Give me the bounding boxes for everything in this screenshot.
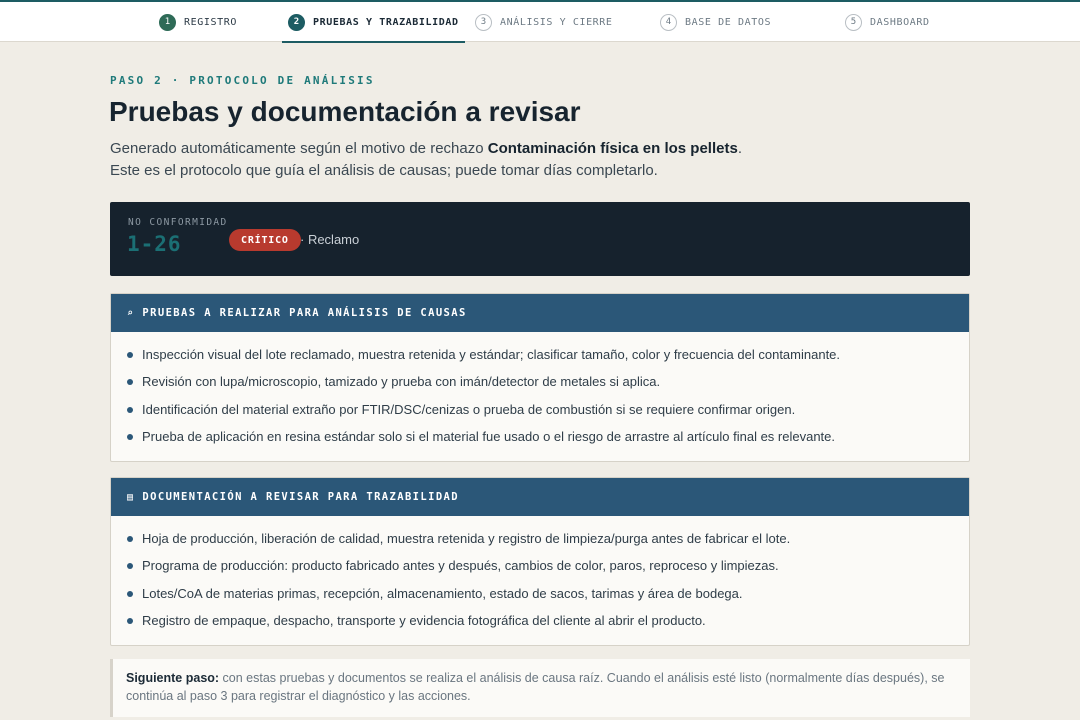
step-registro[interactable]: 1 REGISTRO bbox=[159, 2, 237, 42]
search-icon: ⌕ bbox=[127, 307, 135, 319]
step-number: 3 bbox=[475, 13, 492, 31]
documentation-panel-header: ▤ DOCUMENTACIÓN A REVISAR PARA TRAZABILI… bbox=[111, 478, 969, 516]
nonconformity-card: NO CONFORMIDAD 1-26 CRÍTICO · Reclamo bbox=[110, 202, 970, 276]
next-step-text: con estas pruebas y documentos se realiz… bbox=[126, 671, 945, 703]
step-number: 1 bbox=[159, 13, 176, 31]
next-step-label: Siguiente paso: bbox=[126, 671, 220, 685]
section-eyebrow: PASO 2 · PROTOCOLO DE ANÁLISIS bbox=[110, 74, 375, 87]
step-number: 4 bbox=[660, 13, 677, 31]
list-item: Identificación del material extraño por … bbox=[127, 401, 953, 428]
documentation-panel: ▤ DOCUMENTACIÓN A REVISAR PARA TRAZABILI… bbox=[110, 477, 970, 646]
next-step-note: Siguiente paso: con estas pruebas y docu… bbox=[110, 659, 970, 717]
list-item: Programa de producción: producto fabrica… bbox=[127, 557, 953, 584]
list-item: Registro de empaque, despacho, transport… bbox=[127, 612, 953, 639]
documentation-panel-title: DOCUMENTACIÓN A REVISAR PARA TRAZABILIDA… bbox=[142, 491, 460, 503]
tests-panel-title: PRUEBAS A REALIZAR PARA ANÁLISIS DE CAUS… bbox=[142, 307, 467, 319]
step-label: BASE DE DATOS bbox=[685, 16, 772, 28]
step-base-de-datos[interactable]: 4 BASE DE DATOS bbox=[660, 2, 771, 42]
intro-text: Generado automáticamente según el motivo… bbox=[110, 140, 488, 157]
list-item: Hoja de producción, liberación de calida… bbox=[127, 530, 953, 557]
list-item: Revisión con lupa/microscopio, tamizado … bbox=[127, 373, 953, 400]
intro-punctuation: . bbox=[737, 140, 742, 157]
nonconformity-label: NO CONFORMIDAD bbox=[128, 217, 228, 228]
step-label: ANÁLISIS Y CIERRE bbox=[500, 16, 613, 28]
step-number: 2 bbox=[288, 13, 305, 31]
step-label: DASHBOARD bbox=[870, 16, 930, 28]
list-item: Inspección visual del lote reclamado, mu… bbox=[127, 346, 953, 373]
step-label: REGISTRO bbox=[184, 16, 237, 28]
step-analisis-y-cierre[interactable]: 3 ANÁLISIS Y CIERRE bbox=[475, 2, 613, 42]
step-number: 5 bbox=[845, 13, 862, 31]
nonconformity-code: 1-26 bbox=[127, 232, 182, 256]
tests-panel: ⌕ PRUEBAS A REALIZAR PARA ANÁLISIS DE CA… bbox=[110, 293, 970, 462]
intro-line-2: Este es el protocolo que guía el análisi… bbox=[110, 162, 658, 179]
documentation-list: Hoja de producción, liberación de calida… bbox=[111, 516, 969, 647]
severity-badge: CRÍTICO bbox=[229, 229, 301, 251]
tests-list: Inspección visual del lote reclamado, mu… bbox=[111, 332, 969, 463]
tests-panel-header: ⌕ PRUEBAS A REALIZAR PARA ANÁLISIS DE CA… bbox=[111, 294, 969, 332]
nonconformity-type: · Reclamo bbox=[300, 232, 360, 247]
rejection-reason: Contaminación física en los pellets bbox=[487, 140, 738, 157]
step-dashboard[interactable]: 5 DASHBOARD bbox=[845, 2, 930, 42]
page-intro: Generado automáticamente según el motivo… bbox=[110, 138, 970, 182]
document-icon: ▤ bbox=[127, 491, 135, 503]
list-item: Prueba de aplicación en resina estándar … bbox=[127, 428, 953, 455]
step-pruebas-y-trazabilidad[interactable]: 2 PRUEBAS Y TRAZABILIDAD bbox=[282, 2, 465, 43]
list-item: Lotes/CoA de materias primas, recepción,… bbox=[127, 585, 953, 612]
step-navigation: 1 REGISTRO 2 PRUEBAS Y TRAZABILIDAD 3 AN… bbox=[0, 0, 1080, 43]
step-label: PRUEBAS Y TRAZABILIDAD bbox=[313, 16, 459, 28]
page-title: Pruebas y documentación a revisar bbox=[109, 96, 581, 127]
